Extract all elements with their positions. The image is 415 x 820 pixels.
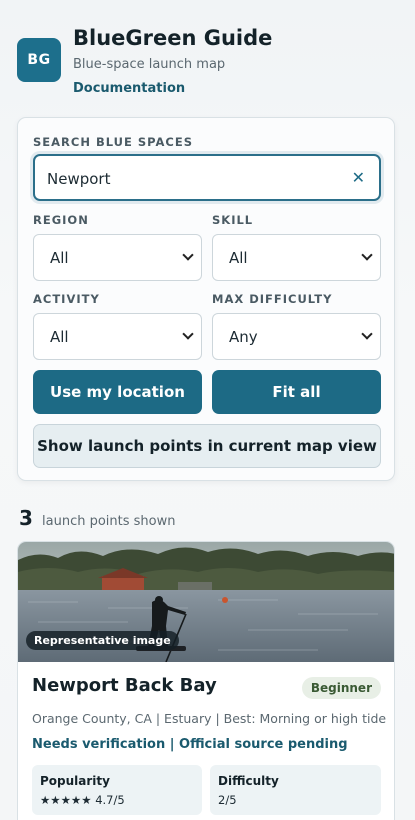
popularity-label: Popularity [40, 774, 110, 788]
activity-select[interactable]: All [33, 313, 202, 360]
popularity-stat: Popularity ★★★★★ 4.7/5 [32, 765, 202, 815]
region-select-value: All [50, 249, 69, 267]
results-count: 3 launch points shown [19, 506, 176, 530]
difficulty-label: MAX DIFFICULTY [212, 292, 333, 306]
difficulty-select[interactable]: Any [212, 313, 381, 360]
skill-select[interactable]: All [212, 234, 381, 281]
filter-panel: SEARCH BLUE SPACES ✕ REGION All SKILL Al… [17, 117, 395, 481]
app-logo: BG [17, 38, 61, 82]
difficulty-stat-value: 2/5 [218, 793, 237, 807]
documentation-link[interactable]: Documentation [73, 81, 185, 96]
results-count-text: launch points shown [42, 514, 176, 529]
launch-point-card[interactable]: Representative image Newport Back Bay Be… [17, 541, 395, 820]
popularity-value: ★★★★★ 4.7/5 [40, 793, 125, 807]
activity-label: ACTIVITY [33, 292, 100, 306]
search-label: SEARCH BLUE SPACES [33, 135, 193, 149]
show-in-view-button[interactable]: Show launch points in current map view [33, 424, 381, 468]
app-subtitle: Blue-space launch map [73, 57, 226, 72]
card-title[interactable]: Newport Back Bay [32, 675, 217, 696]
difficulty-stat-label: Difficulty [218, 774, 279, 788]
search-input[interactable] [47, 167, 337, 191]
card-meta: Orange County, CA | Estuary | Best: Morn… [32, 711, 387, 726]
chevron-down-icon [361, 328, 373, 340]
region-label: REGION [33, 213, 89, 227]
search-box: ✕ [33, 154, 381, 201]
skill-label: SKILL [212, 213, 254, 227]
chevron-down-icon [361, 249, 373, 261]
clear-search-icon[interactable]: ✕ [352, 168, 365, 187]
skill-level-badge: Beginner [301, 677, 381, 699]
skill-select-value: All [229, 249, 248, 267]
representative-image-badge: Representative image [26, 631, 179, 650]
activity-select-value: All [50, 328, 69, 346]
difficulty-select-value: Any [229, 328, 258, 346]
fit-all-button[interactable]: Fit all [212, 370, 381, 414]
region-select[interactable]: All [33, 234, 202, 281]
results-count-number: 3 [19, 506, 33, 530]
app-header: BG BlueGreen Guide Blue-space launch map… [17, 26, 398, 106]
app-title: BlueGreen Guide [73, 26, 273, 50]
use-location-button[interactable]: Use my location [33, 370, 202, 414]
chevron-down-icon [182, 249, 194, 261]
chevron-down-icon [182, 328, 194, 340]
difficulty-stat: Difficulty 2/5 [210, 765, 381, 815]
verification-status: Needs verification | Official source pen… [32, 737, 348, 752]
